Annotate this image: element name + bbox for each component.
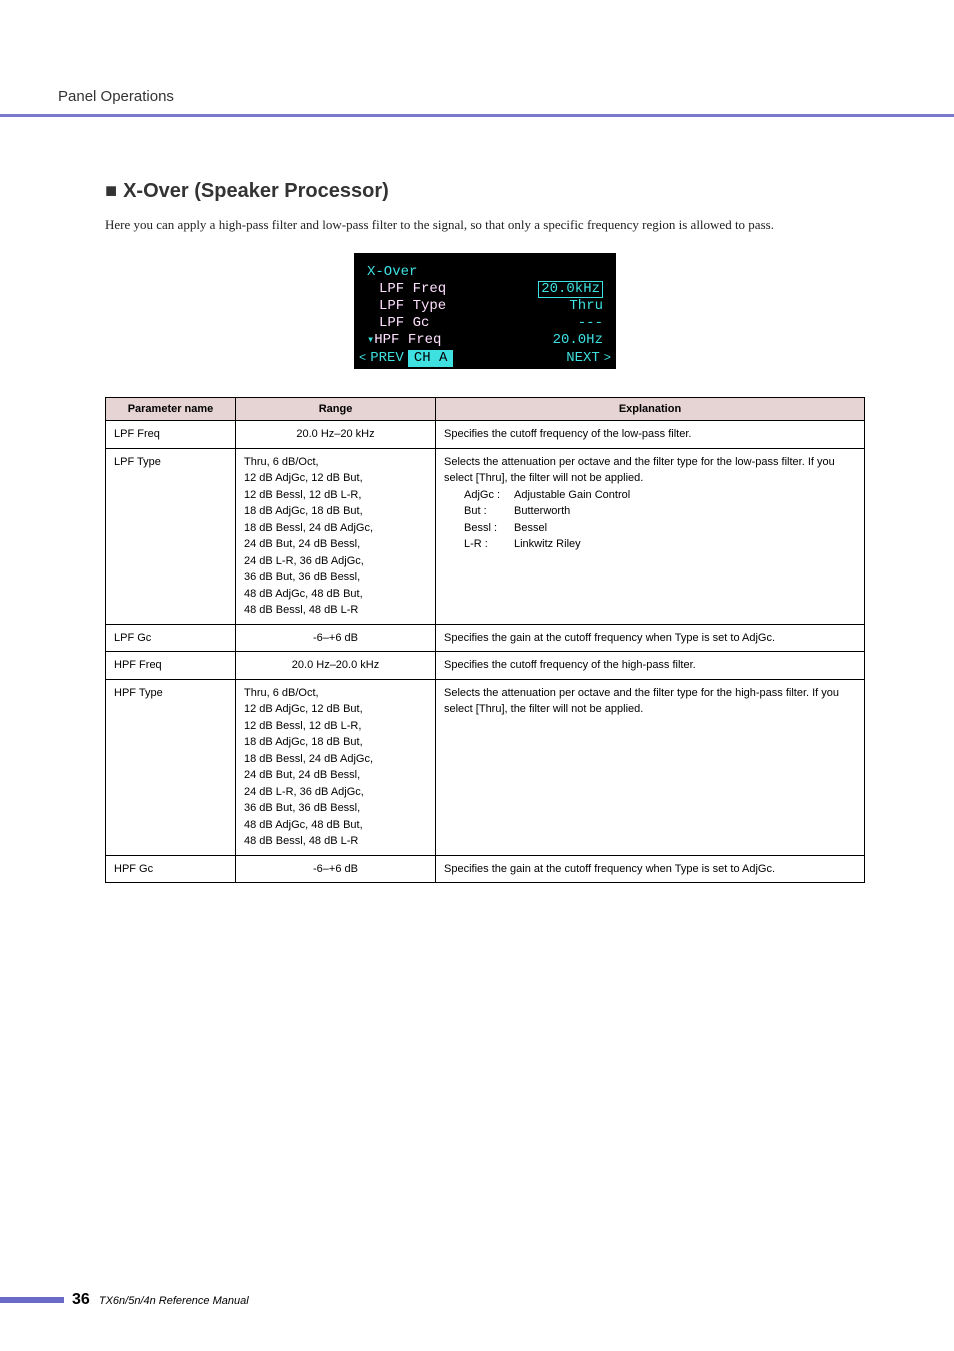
cell-explanation: Selects the attenuation per octave and t… (436, 448, 865, 624)
lcd-label: LPF Type (367, 298, 446, 315)
main-content: ■ X-Over (Speaker Processor) Here you can… (105, 180, 865, 883)
lcd-row-2: LPF Gc --- (359, 315, 611, 332)
th-name: Parameter name (106, 398, 236, 421)
cell-explanation: Selects the attenuation per octave and t… (436, 679, 865, 855)
page-number: 36 (72, 1291, 90, 1308)
def-row: But :Butterworth (464, 503, 856, 520)
def-row: L-R :Linkwitz Riley (464, 536, 856, 553)
lcd-row-3: ▾HPF Freq 20.0Hz (359, 332, 611, 349)
lcd-channel: CH A (408, 350, 454, 367)
chevron-left-icon: < (359, 350, 366, 367)
cell-name: HPF Gc (106, 855, 236, 883)
th-explanation: Explanation (436, 398, 865, 421)
lcd-row-0: LPF Freq 20.0kHz (359, 281, 611, 298)
page-header: Panel Operations (58, 88, 896, 115)
section-intro: Here you can apply a high-pass filter an… (105, 217, 865, 233)
header-title: Panel Operations (58, 88, 174, 105)
cell-range: Thru, 6 dB/Oct,12 dB AdjGc, 12 dB But,12… (236, 679, 436, 855)
cell-range: Thru, 6 dB/Oct,12 dB AdjGc, 12 dB But,12… (236, 448, 436, 624)
cell-explanation: Specifies the cutoff frequency of the hi… (436, 652, 865, 680)
table-row: HPF Freq20.0 Hz–20.0 kHzSpecifies the cu… (106, 652, 865, 680)
lcd-value: --- (578, 315, 603, 332)
def-row: Bessl :Bessel (464, 520, 856, 537)
cell-name: LPF Gc (106, 624, 236, 652)
doc-name: TX6n/5n/4n Reference Manual (99, 1295, 249, 1307)
table-row: HPF Gc-6–+6 dBSpecifies the gain at the … (106, 855, 865, 883)
header-rule (0, 114, 954, 117)
lcd-footer: < PREV CH A NEXT > (359, 350, 611, 367)
cell-explanation: Specifies the gain at the cutoff frequen… (436, 624, 865, 652)
lcd-wrap: X-Over LPF Freq 20.0kHz LPF Type Thru LP… (105, 253, 865, 369)
chevron-right-icon: > (604, 350, 611, 367)
footer-text: 36 TX6n/5n/4n Reference Manual (72, 1291, 249, 1309)
cell-range: 20.0 Hz–20.0 kHz (236, 652, 436, 680)
cell-range: 20.0 Hz–20 kHz (236, 421, 436, 449)
lcd-title-row: X-Over (359, 264, 611, 281)
lcd-prev: PREV (366, 350, 408, 367)
lcd-label: LPF Gc (367, 315, 429, 332)
th-range: Range (236, 398, 436, 421)
cell-name: LPF Freq (106, 421, 236, 449)
lcd-value: 20.0Hz (553, 332, 603, 349)
section-title: ■ X-Over (Speaker Processor) (105, 180, 865, 203)
table-header-row: Parameter name Range Explanation (106, 398, 865, 421)
lcd-value: Thru (569, 298, 603, 315)
bullet-square-icon: ■ (105, 180, 117, 203)
def-row: AdjGc :Adjustable Gain Control (464, 487, 856, 504)
lcd-row-1: LPF Type Thru (359, 298, 611, 315)
lcd-value: 20.0kHz (538, 281, 603, 298)
cell-explanation: Specifies the gain at the cutoff frequen… (436, 855, 865, 883)
parameter-table: Parameter name Range Explanation LPF Fre… (105, 397, 865, 883)
cell-name: LPF Type (106, 448, 236, 624)
lcd-label: LPF Freq (367, 281, 446, 298)
cell-range: -6–+6 dB (236, 855, 436, 883)
table-row: LPF Freq20.0 Hz–20 kHzSpecifies the cuto… (106, 421, 865, 449)
cell-explanation: Specifies the cutoff frequency of the lo… (436, 421, 865, 449)
lcd-next: NEXT (562, 350, 604, 367)
table-row: LPF TypeThru, 6 dB/Oct,12 dB AdjGc, 12 d… (106, 448, 865, 624)
lcd-title: X-Over (367, 264, 417, 281)
table-row: HPF TypeThru, 6 dB/Oct,12 dB AdjGc, 12 d… (106, 679, 865, 855)
cell-range: -6–+6 dB (236, 624, 436, 652)
table-row: LPF Gc-6–+6 dBSpecifies the gain at the … (106, 624, 865, 652)
footer-bar (0, 1297, 64, 1303)
lcd-label: HPF Freq (374, 332, 441, 348)
lcd-screen: X-Over LPF Freq 20.0kHz LPF Type Thru LP… (354, 253, 616, 369)
cell-name: HPF Freq (106, 652, 236, 680)
section-title-text: X-Over (Speaker Processor) (123, 180, 389, 202)
cell-name: HPF Type (106, 679, 236, 855)
